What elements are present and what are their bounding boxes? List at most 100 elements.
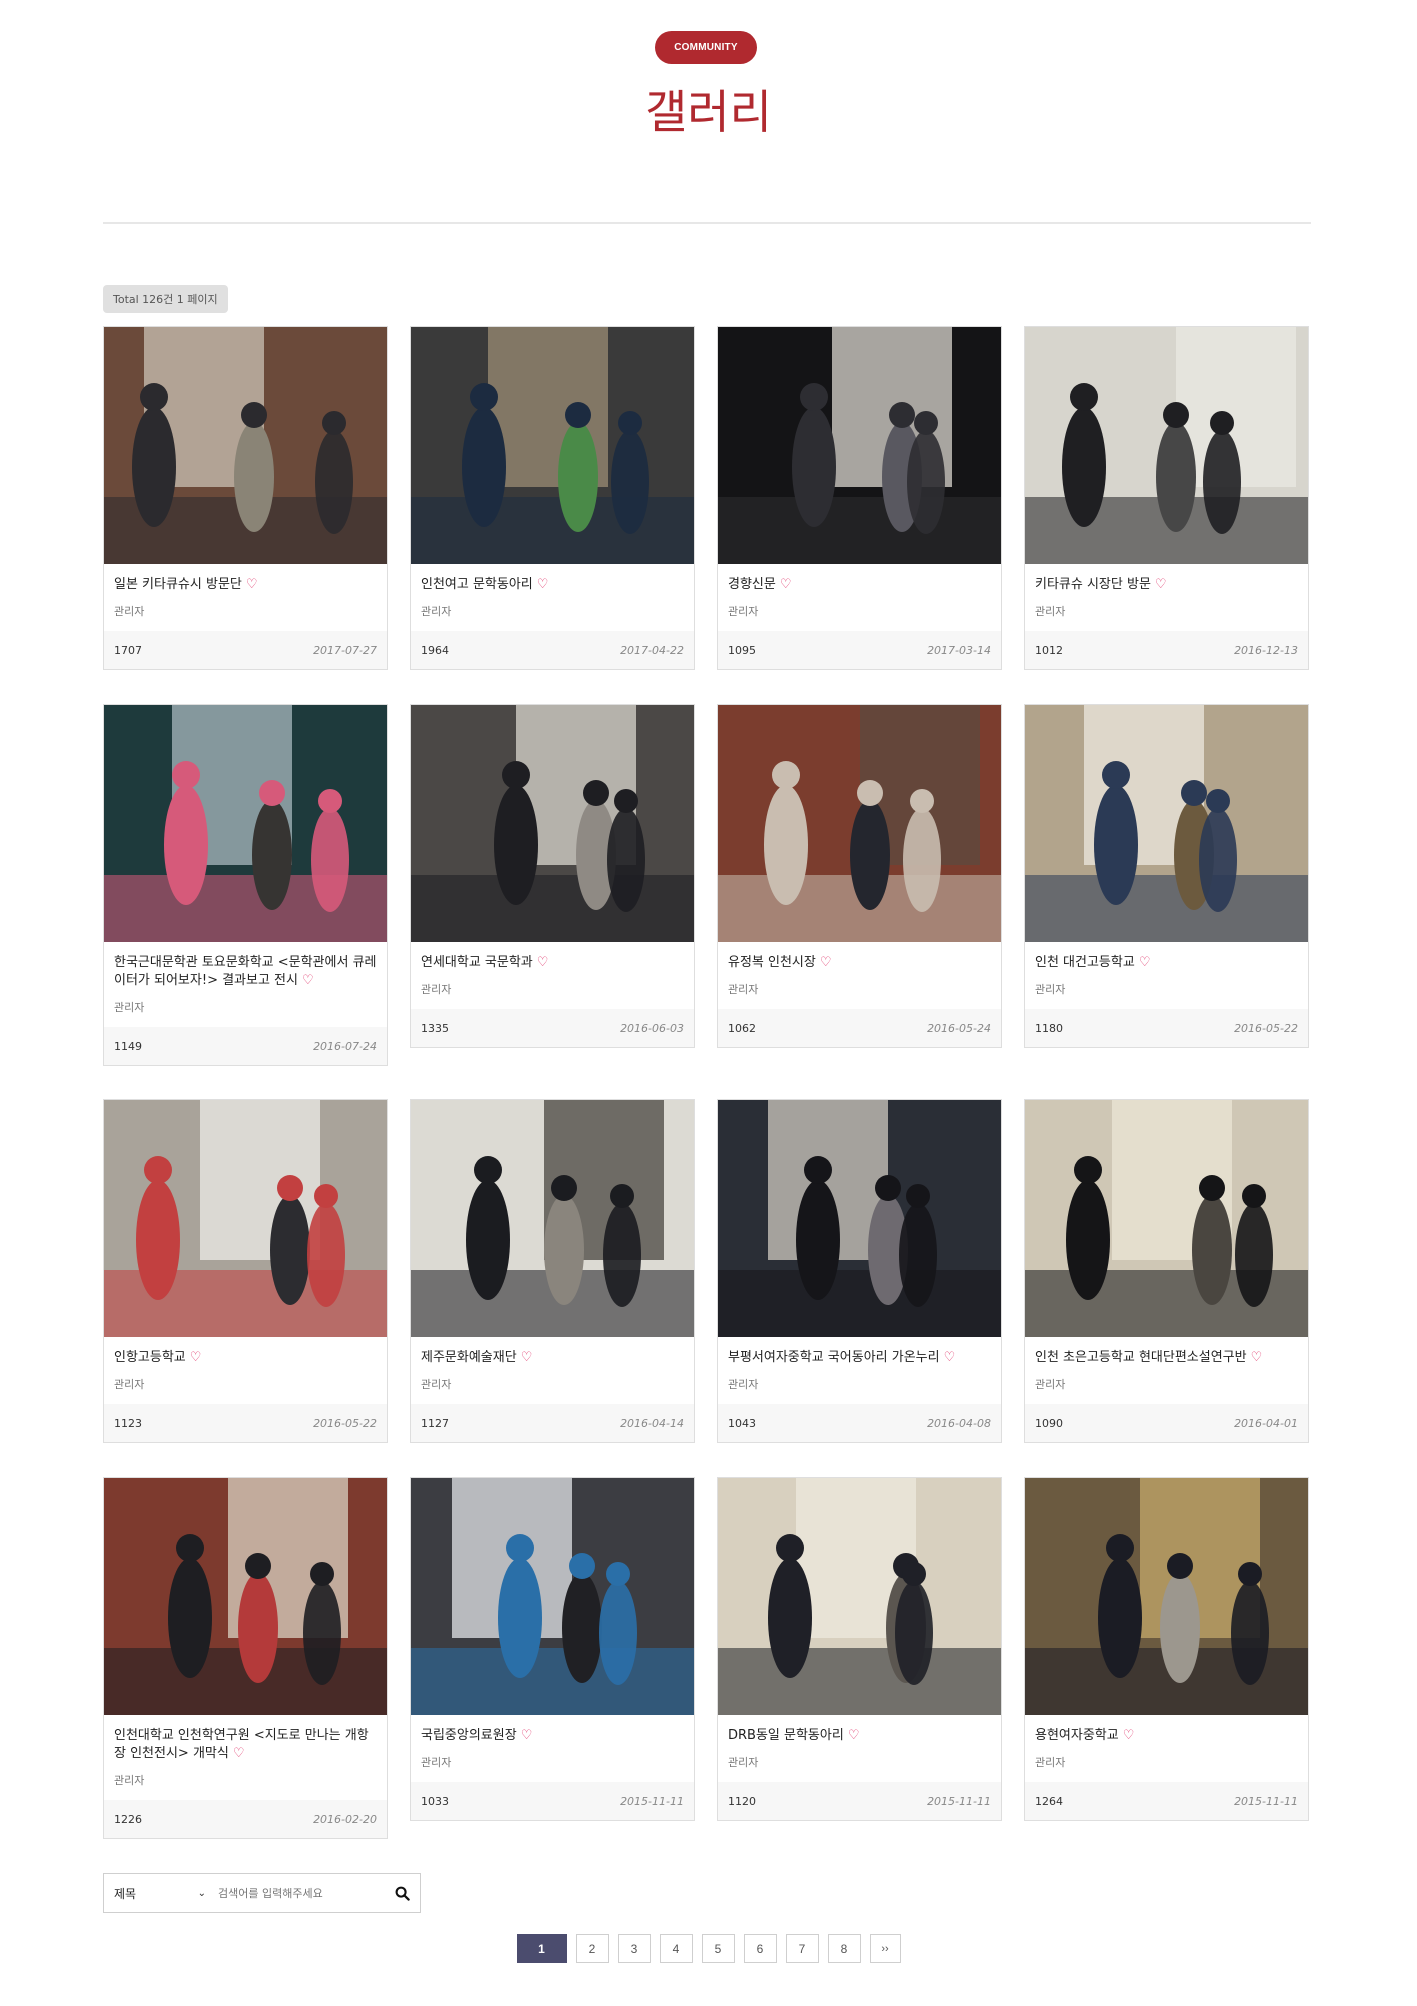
heart-icon[interactable]: ♡ [537,955,549,970]
heart-icon[interactable]: ♡ [780,577,792,592]
gallery-card[interactable]: DRB동일 문학동아리 ♡ 관리자 1120 2015-11-11 [717,1477,1002,1821]
post-date: 2017-03-14 [927,643,991,657]
card-body: 인천대학교 인천학연구원 <지도로 만나는 개항장 인천전시> 개막식 ♡ 관리자 [104,1715,387,1788]
card-meta: 1123 2016-05-22 [104,1404,387,1442]
card-title[interactable]: 연세대학교 국문학과 ♡ [421,954,684,972]
view-count: 1033 [421,1794,449,1808]
gallery-photo[interactable] [104,1478,387,1715]
card-title[interactable]: 인천 대건고등학교 ♡ [1035,954,1298,972]
post-date: 2016-02-20 [313,1812,377,1826]
gallery-photo[interactable] [1025,1478,1308,1715]
gallery-photo[interactable] [104,1100,387,1337]
gallery-card[interactable]: 연세대학교 국문학과 ♡ 관리자 1335 2016-06-03 [410,704,695,1048]
card-meta: 1062 2016-05-24 [718,1009,1001,1047]
view-count: 1149 [114,1039,142,1053]
gallery-photo[interactable] [1025,1100,1308,1337]
gallery-photo[interactable] [411,1478,694,1715]
gallery-photo[interactable] [718,705,1001,942]
view-count: 1127 [421,1416,449,1430]
page-button[interactable]: 7 [785,1934,819,1963]
gallery-photo[interactable] [104,327,387,564]
card-title[interactable]: 한국근대문학관 토요문화학교 <문학관에서 큐레이터가 되어보자!> 결과보고 … [114,954,377,990]
card-title[interactable]: 인천 초은고등학교 현대단편소설연구반 ♡ [1035,1349,1298,1367]
gallery-card[interactable]: 제주문화예술재단 ♡ 관리자 1127 2016-04-14 [410,1099,695,1443]
heart-icon[interactable]: ♡ [1155,577,1167,592]
page-button[interactable]: 3 [617,1934,651,1963]
gallery-photo[interactable] [718,1478,1001,1715]
card-title[interactable]: 키타큐슈 시장단 방문 ♡ [1035,576,1298,594]
gallery-card[interactable]: 인천 대건고등학교 ♡ 관리자 1180 2016-05-22 [1024,704,1309,1048]
double-chevron-right-icon[interactable]: ›› [869,1934,901,1963]
card-title[interactable]: 국립중앙의료원장 ♡ [421,1727,684,1745]
card-title[interactable]: DRB동일 문학동아리 ♡ [728,1727,991,1745]
card-meta: 1180 2016-05-22 [1025,1009,1308,1047]
gallery-card[interactable]: 용현여자중학교 ♡ 관리자 1264 2015-11-11 [1024,1477,1309,1821]
page-button[interactable]: 8 [827,1934,861,1963]
gallery-card[interactable]: 부평서여자중학교 국어동아리 가온누리 ♡ 관리자 1043 2016-04-08 [717,1099,1002,1443]
heart-icon[interactable]: ♡ [190,1350,202,1365]
heart-icon[interactable]: ♡ [944,1350,956,1365]
page-button[interactable]: 2 [575,1934,609,1963]
card-title[interactable]: 인천대학교 인천학연구원 <지도로 만나는 개항장 인천전시> 개막식 ♡ [114,1727,377,1763]
search-input[interactable] [214,1886,384,1900]
heart-icon[interactable]: ♡ [521,1728,533,1743]
card-title[interactable]: 용현여자중학교 ♡ [1035,1727,1298,1745]
heart-icon[interactable]: ♡ [246,577,258,592]
gallery-card[interactable]: 경향신문 ♡ 관리자 1095 2017-03-14 [717,326,1002,670]
card-title[interactable]: 인항고등학교 ♡ [114,1349,377,1367]
gallery-card[interactable]: 인천 초은고등학교 현대단편소설연구반 ♡ 관리자 1090 2016-04-01 [1024,1099,1309,1443]
gallery-card[interactable]: 인천대학교 인천학연구원 <지도로 만나는 개항장 인천전시> 개막식 ♡ 관리자 1… [103,1477,388,1839]
card-author: 관리자 [728,605,759,618]
gallery-card[interactable]: 인항고등학교 ♡ 관리자 1123 2016-05-22 [103,1099,388,1443]
card-title[interactable]: 제주문화예술재단 ♡ [421,1349,684,1367]
gallery-card[interactable]: 유정복 인천시장 ♡ 관리자 1062 2016-05-24 [717,704,1002,1048]
card-meta: 1033 2015-11-11 [411,1782,694,1820]
heart-icon[interactable]: ♡ [302,973,314,988]
heart-icon[interactable]: ♡ [521,1350,533,1365]
card-meta: 1090 2016-04-01 [1025,1404,1308,1442]
heart-icon[interactable]: ♡ [820,955,832,970]
gallery-card[interactable]: 한국근대문학관 토요문화학교 <문학관에서 큐레이터가 되어보자!> 결과보고 … [103,704,388,1066]
gallery-card[interactable]: 국립중앙의료원장 ♡ 관리자 1033 2015-11-11 [410,1477,695,1821]
gallery-photo[interactable] [1025,705,1308,942]
gallery-photo[interactable] [411,705,694,942]
card-title[interactable]: 부평서여자중학교 국어동아리 가온누리 ♡ [728,1349,991,1367]
card-author: 관리자 [114,605,145,618]
gallery-card[interactable]: 일본 키타큐슈시 방문단 ♡ 관리자 1707 2017-07-27 [103,326,388,670]
card-title[interactable]: 유정복 인천시장 ♡ [728,954,991,972]
card-body: DRB동일 문학동아리 ♡ 관리자 [718,1715,1001,1770]
heart-icon[interactable]: ♡ [1251,1350,1263,1365]
gallery-photo[interactable] [104,705,387,942]
post-date: 2016-12-13 [1234,643,1298,657]
search-field-select[interactable]: 제목 ⌄ [104,1874,214,1912]
gallery-photo[interactable] [718,327,1001,564]
page-button[interactable]: 5 [701,1934,735,1963]
post-date: 2015-11-11 [620,1794,684,1808]
gallery-photo[interactable] [1025,327,1308,564]
post-date: 2015-11-11 [927,1794,991,1808]
gallery-card[interactable]: 키타큐슈 시장단 방문 ♡ 관리자 1012 2016-12-13 [1024,326,1309,670]
gallery-photo[interactable] [718,1100,1001,1337]
heart-icon[interactable]: ♡ [537,577,549,592]
heart-icon[interactable]: ♡ [848,1728,860,1743]
total-count-badge: Total 126건 1 페이지 [103,285,228,313]
gallery-photo[interactable] [411,327,694,564]
page-button[interactable]: 4 [659,1934,693,1963]
heart-icon[interactable]: ♡ [1123,1728,1135,1743]
view-count: 1964 [421,643,449,657]
search-button[interactable] [384,1874,420,1912]
card-title[interactable]: 일본 키타큐슈시 방문단 ♡ [114,576,377,594]
page-button[interactable]: 1 [516,1934,567,1963]
card-author: 관리자 [114,1378,145,1391]
heart-icon[interactable]: ♡ [1139,955,1151,970]
gallery-card[interactable]: 인천여고 문학동아리 ♡ 관리자 1964 2017-04-22 [410,326,695,670]
card-author: 관리자 [1035,1756,1066,1769]
gallery-photo[interactable] [411,1100,694,1337]
card-body: 한국근대문학관 토요문화학교 <문학관에서 큐레이터가 되어보자!> 결과보고 … [104,942,387,1015]
heart-icon[interactable]: ♡ [233,1746,245,1761]
community-badge: COMMUNITY [655,31,757,64]
card-title[interactable]: 경향신문 ♡ [728,576,991,594]
card-title-text: 일본 키타큐슈시 방문단 [114,577,242,592]
card-title[interactable]: 인천여고 문학동아리 ♡ [421,576,684,594]
page-button[interactable]: 6 [743,1934,777,1963]
